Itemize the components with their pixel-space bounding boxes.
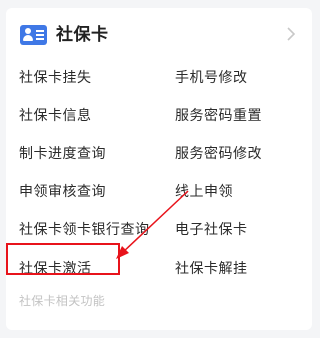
menu-item-electronic-card[interactable]: 电子社保卡 bbox=[175, 220, 248, 240]
menu-item-online-application[interactable]: 线上申领 bbox=[175, 182, 233, 202]
menu-item-password-change[interactable]: 服务密码修改 bbox=[175, 144, 262, 164]
menu-item-phone-change[interactable]: 手机号修改 bbox=[175, 68, 248, 88]
menu-item-application-review[interactable]: 申领审核查询 bbox=[19, 182, 106, 202]
chevron-right-icon[interactable] bbox=[282, 25, 300, 43]
highlight-box bbox=[6, 243, 120, 275]
menu-item-production-progress[interactable]: 制卡进度查询 bbox=[19, 144, 106, 164]
social-security-card-panel: 社保卡 社保卡挂失 社保卡信息 制卡进度查询 申领审核查询 社保卡领卡银行查询 … bbox=[6, 8, 312, 330]
menu-item-pickup-bank-query[interactable]: 社保卡领卡银行查询 bbox=[19, 220, 150, 240]
panel-header[interactable]: 社保卡 bbox=[6, 8, 312, 60]
id-card-icon bbox=[20, 25, 47, 45]
menu-item-password-reset[interactable]: 服务密码重置 bbox=[175, 106, 262, 126]
menu-item-card-unfreeze[interactable]: 社保卡解挂 bbox=[175, 259, 248, 279]
menu-item-card-info[interactable]: 社保卡信息 bbox=[19, 106, 92, 126]
panel-title: 社保卡 bbox=[56, 25, 109, 45]
menu-item-card-loss-report[interactable]: 社保卡挂失 bbox=[19, 68, 92, 88]
related-functions-label: 社保卡相关功能 bbox=[19, 294, 106, 308]
